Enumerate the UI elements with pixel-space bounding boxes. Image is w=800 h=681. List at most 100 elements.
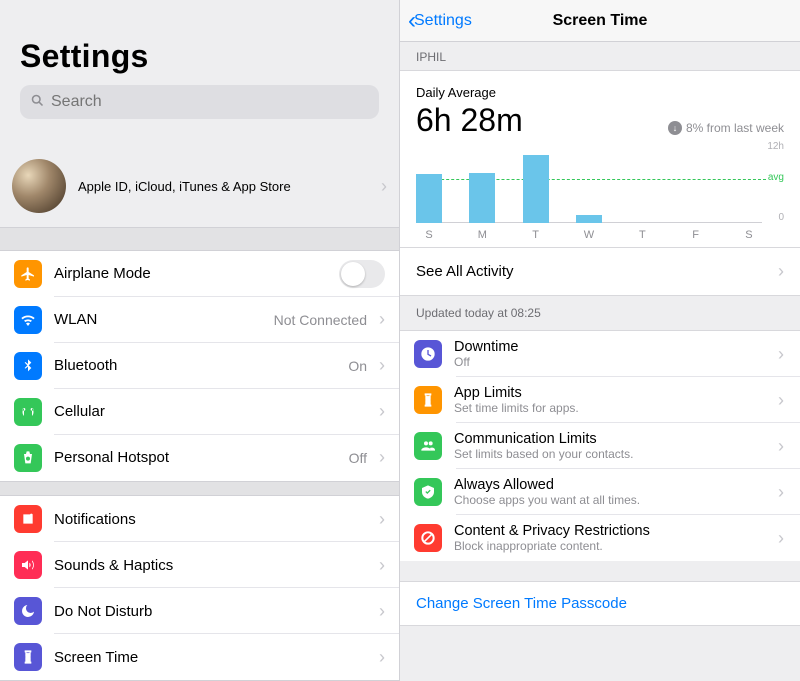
row-text: Content & Privacy RestrictionsBlock inap… [454, 523, 766, 553]
chevron-right-icon: › [778, 344, 784, 365]
avg-line-label: avg [768, 172, 784, 183]
row-subtitle: Choose apps you want at all times. [454, 493, 766, 507]
settings-header: Settings [0, 0, 399, 131]
settings-row-sounds-haptics[interactable]: Sounds & Haptics › [0, 542, 399, 588]
screentime-icon [14, 643, 42, 671]
sounds-icon [14, 551, 42, 579]
row-subtitle: Off [454, 355, 766, 369]
settings-row-screen-time[interactable]: Screen Time › [0, 634, 399, 680]
back-button[interactable]: ‹ Settings [408, 7, 472, 35]
row-label: Notifications [54, 511, 367, 528]
row-subtitle: Set time limits for apps. [454, 401, 766, 415]
settings-row-bluetooth[interactable]: BluetoothOn› [0, 343, 399, 389]
row-label: Personal Hotspot [54, 449, 337, 466]
see-all-label: See All Activity [416, 263, 514, 280]
screen-time-options: DowntimeOff › App LimitsSet time limits fo… [400, 331, 800, 561]
group-separator [0, 481, 399, 496]
x-tick-label: F [683, 229, 709, 241]
nav-title: Screen Time [553, 12, 648, 30]
y-axis-top: 12h [767, 141, 784, 152]
y-axis-bottom: 0 [778, 212, 784, 223]
chart-bar [523, 155, 549, 223]
downtime-icon [414, 340, 442, 368]
group-separator [0, 227, 399, 251]
chevron-right-icon: › [379, 401, 385, 422]
chevron-right-icon: › [778, 261, 784, 282]
row-label: WLAN [54, 311, 262, 328]
apple-id-subtitle: Apple ID, iCloud, iTunes & App Store [78, 179, 369, 194]
chevron-right-icon: › [379, 601, 385, 622]
chevron-right-icon: › [379, 555, 385, 576]
chevron-right-icon: › [379, 309, 385, 330]
row-value: Not Connected [274, 312, 367, 328]
option-row-always-allowed[interactable]: Always AllowedChoose apps you want at al… [400, 469, 800, 515]
row-title: Downtime [454, 339, 766, 355]
chevron-right-icon: › [381, 176, 387, 197]
search-input[interactable] [51, 93, 369, 111]
chevron-right-icon: › [379, 447, 385, 468]
settings-row-cellular[interactable]: Cellular › [0, 389, 399, 435]
trend-text: 8% from last week [686, 121, 784, 135]
row-subtitle: Block inappropriate content. [454, 539, 766, 553]
chart-bar [469, 173, 495, 223]
option-row-communication-limits[interactable]: Communication LimitsSet limits based on … [400, 423, 800, 469]
row-value: Off [349, 450, 367, 466]
settings-row-airplane-mode[interactable]: Airplane Mode [0, 251, 399, 297]
airplane-icon [14, 260, 42, 288]
search-field[interactable] [20, 85, 379, 119]
avatar [12, 159, 66, 213]
x-tick-label: T [629, 229, 655, 241]
chevron-right-icon: › [379, 647, 385, 668]
row-text: DowntimeOff [454, 339, 766, 369]
notifications-icon [14, 505, 42, 533]
screen-time-content: IPHIL Daily Average 6h 28m ↓ 8% from las… [400, 42, 800, 681]
option-row-downtime[interactable]: DowntimeOff › [400, 331, 800, 377]
updated-caption: Updated today at 08:25 [400, 296, 800, 331]
settings-row-wlan[interactable]: WLAN Not Connected › [0, 297, 399, 343]
chart-bar [416, 174, 442, 223]
settings-row-do-not-disturb[interactable]: Do Not Disturb › [0, 588, 399, 634]
option-row-content-privacy-restrictions[interactable]: Content & Privacy RestrictionsBlock inap… [400, 515, 800, 561]
usage-chart[interactable]: 12h 0 avg S M T W T F S [416, 141, 784, 241]
chart-bar [576, 215, 602, 223]
row-title: Communication Limits [454, 431, 766, 447]
option-row-app-limits[interactable]: App LimitsSet time limits for apps.› [400, 377, 800, 423]
page-title: Settings [20, 38, 379, 75]
settings-group-connectivity: Airplane ModeWLANNot Connected›Bluetooth… [0, 251, 399, 481]
nav-bar: ‹ Settings Screen Time [400, 0, 800, 42]
chevron-right-icon: › [379, 355, 385, 376]
row-label: Do Not Disturb [54, 603, 367, 620]
usage-card: Daily Average 6h 28m ↓ 8% from last week… [400, 71, 800, 248]
settings-row-notifications[interactable]: Notifications › [0, 496, 399, 542]
settings-group-notifications: Notifications›Sounds & Haptics›Do Not Di… [0, 496, 399, 680]
arrow-down-icon: ↓ [668, 121, 682, 135]
see-all-activity-row[interactable]: See All Activity › [400, 248, 800, 296]
content-icon [414, 524, 442, 552]
x-tick-label: T [523, 229, 549, 241]
row-label: Screen Time [54, 649, 367, 666]
row-label: Airplane Mode [54, 265, 327, 282]
bluetooth-icon [14, 352, 42, 380]
change-passcode-link[interactable]: Change Screen Time Passcode [400, 581, 800, 626]
row-title: App Limits [454, 385, 766, 401]
chevron-right-icon: › [778, 528, 784, 549]
apple-id-row[interactable]: Apple ID, iCloud, iTunes & App Store › [0, 145, 399, 227]
chevron-right-icon: › [379, 509, 385, 530]
row-value: On [348, 358, 367, 374]
row-text: Always AllowedChoose apps you want at al… [454, 477, 766, 507]
group-separator [400, 626, 800, 646]
row-subtitle: Set limits based on your contacts. [454, 447, 766, 461]
x-tick-label: W [576, 229, 602, 241]
commlimits-icon [414, 432, 442, 460]
row-title: Always Allowed [454, 477, 766, 493]
toggle-switch[interactable] [339, 260, 385, 288]
x-tick-label: S [416, 229, 442, 241]
x-tick-label: M [469, 229, 495, 241]
hotspot-icon [14, 444, 42, 472]
group-separator [400, 561, 800, 581]
row-label: Sounds & Haptics [54, 557, 367, 574]
settings-root-pane: Settings Apple ID, iCloud, iTunes & App … [0, 0, 400, 681]
settings-row-personal-hotspot[interactable]: Personal Hotspot Off › [0, 435, 399, 481]
row-label: Cellular [54, 403, 367, 420]
x-tick-label: S [736, 229, 762, 241]
